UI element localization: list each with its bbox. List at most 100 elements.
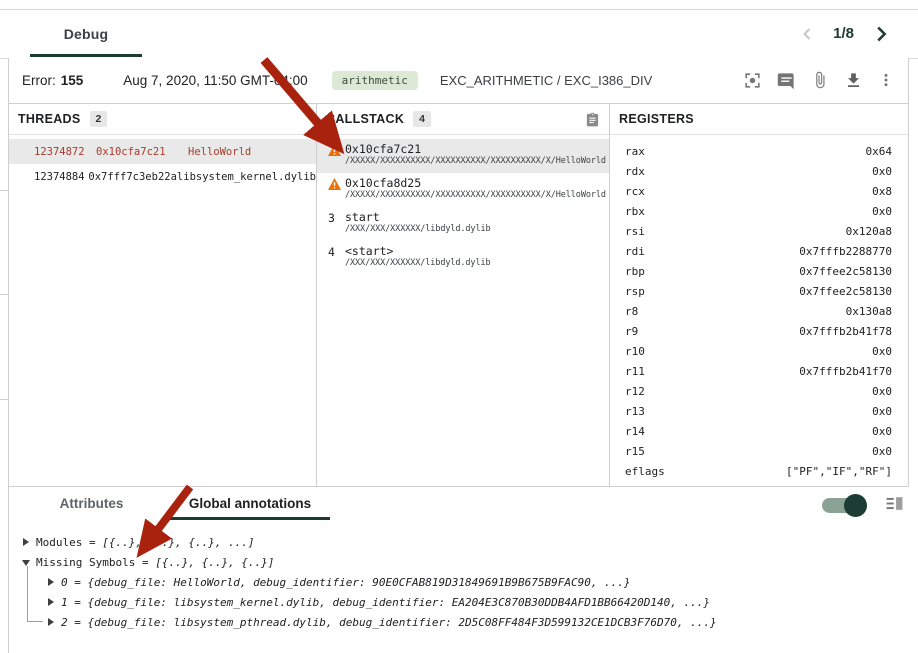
register-row: r130x0 (610, 401, 908, 421)
registers-header: REGISTERS (610, 104, 908, 135)
register-row: r120x0 (610, 381, 908, 401)
error-timestamp: Aug 7, 2020, 11:50 GMT-04:00 (123, 73, 307, 88)
expand-down-icon[interactable] (22, 560, 30, 566)
global-annotations-tree: Modules = [{..}, {..}, {..}, ...] Missin… (9, 520, 918, 653)
attachment-icon[interactable] (811, 71, 829, 89)
register-name: r9 (625, 325, 799, 338)
register-name: rsp (625, 285, 799, 298)
debug-view: Debug 1/8 Error: 155 Aug 7, 2020, 11:50 … (0, 0, 918, 653)
register-name: rcx (625, 185, 872, 198)
tree-node-symbol-1[interactable]: 1 = {debug_file: libsystem_kernel.dylib,… (48, 592, 710, 612)
more-vertical-icon[interactable] (878, 71, 894, 89)
thread-module: HelloWorld (188, 146, 251, 158)
registers-panel: REGISTERS rax0x64 rdx0x0 rcx0x8 rbx0x0 r… (610, 104, 908, 486)
register-value: 0x0 (872, 165, 892, 178)
register-row: r80x130a8 (610, 301, 908, 321)
callstack-panel: CALLSTACK 4 0x10cfa7c21 (317, 104, 610, 486)
classifier-badge[interactable]: arithmetic (332, 71, 418, 90)
expand-right-icon[interactable] (48, 618, 54, 626)
rail-tick (0, 294, 8, 295)
threads-list: 12374872 0x10cfa7c21 HelloWorld 12374884… (9, 139, 316, 189)
page-count: 1/8 (833, 25, 854, 42)
register-name: rax (625, 145, 866, 158)
panels-row: THREADS 2 12374872 0x10cfa7c21 HelloWorl… (9, 103, 908, 487)
tree-node-symbol-0[interactable]: 0 = {debug_file: HelloWorld, debug_ident… (48, 572, 631, 592)
register-row: rsp0x7ffee2c58130 (610, 281, 908, 301)
register-name: r12 (625, 385, 872, 398)
register-name: r8 (625, 305, 846, 318)
register-row: rdx0x0 (610, 161, 908, 181)
register-value: 0x0 (872, 425, 892, 438)
rail-tick (0, 190, 8, 191)
callstack-frames: 0x10cfa7c21 /XXXXX/XXXXXXXXXX/XXXXXXXXXX… (317, 139, 609, 275)
register-row: r110x7fffb2b41f70 (610, 361, 908, 381)
callstack-frame[interactable]: 3 start /XXX/XXX/XXXXXX/libdyld.dylib (317, 207, 609, 241)
tree-guide-elbow (27, 621, 43, 622)
error-header-bar: Error: 155 Aug 7, 2020, 11:50 GMT-04:00 … (9, 58, 908, 104)
tree-node-modules[interactable]: Modules = [{..}, {..}, {..}, ...] (23, 532, 255, 552)
error-label: Error: (22, 73, 56, 88)
center-focus-icon[interactable] (743, 71, 762, 90)
register-row: rdi0x7fffb2288770 (610, 241, 908, 261)
exception-type: EXC_ARITHMETIC / EXC_I386_DIV (440, 73, 652, 88)
expand-right-icon[interactable] (48, 578, 54, 586)
callstack-frame[interactable]: 0x10cfa7c21 /XXXXX/XXXXXXXXXX/XXXXXXXXXX… (317, 139, 609, 173)
chevron-left-icon[interactable] (797, 24, 817, 44)
register-value: 0x8 (872, 185, 892, 198)
register-value: 0x64 (866, 145, 893, 158)
register-row: rsi0x120a8 (610, 221, 908, 241)
tree-node-missing-symbols[interactable]: Missing Symbols = [{..}, {..}, {..}] (22, 552, 274, 572)
register-name: rbx (625, 205, 872, 218)
threads-count-badge: 2 (90, 111, 108, 127)
tree-value: [{..}, {..}, {..}] (155, 556, 274, 569)
register-value: ["PF","IF","RF"] (786, 465, 892, 478)
frame-address: 0x10cfa7c21 (345, 142, 609, 156)
frame-path: /XXXXX/XXXXXXXXXX/XXXXXXXXXX/XXXXXXXXXX/… (345, 156, 609, 167)
chevron-right-icon[interactable] (870, 23, 892, 45)
callstack-frame[interactable]: 0x10cfa8d25 /XXXXX/XXXXXXXXXX/XXXXXXXXXX… (317, 173, 609, 207)
register-value: 0x130a8 (846, 305, 892, 318)
thread-row[interactable]: 12374884 0x7fff7c3eb22a libsystem_kernel… (9, 164, 316, 189)
register-value: 0x0 (872, 405, 892, 418)
warning-icon (326, 177, 342, 195)
tree-key: 0 (61, 576, 68, 589)
clipboard-icon[interactable] (585, 111, 600, 128)
callstack-count-badge: 4 (413, 111, 431, 127)
thread-row[interactable]: 12374872 0x10cfa7c21 HelloWorld (9, 139, 316, 164)
tree-node-symbol-2[interactable]: 2 = {debug_file: libsystem_pthread.dylib… (48, 612, 717, 632)
annotations-toggle[interactable] (822, 498, 859, 513)
error-id: 155 (61, 73, 84, 88)
register-value: 0x120a8 (846, 225, 892, 238)
threads-panel: THREADS 2 12374872 0x10cfa7c21 HelloWorl… (9, 104, 317, 486)
register-value: 0x7fffb2b41f78 (799, 325, 892, 338)
tab-attributes[interactable]: Attributes (30, 487, 153, 519)
warning-icon (326, 143, 342, 161)
tab-attributes-label: Attributes (60, 496, 124, 511)
expand-right-icon[interactable] (48, 598, 54, 606)
tab-debug[interactable]: Debug (30, 10, 142, 57)
frame-path: /XXX/XXX/XXXXXX/libdyld.dylib (345, 258, 609, 269)
view-sidebar-icon[interactable] (885, 494, 904, 513)
tree-value: {debug_file: HelloWorld, debug_identifie… (88, 576, 631, 589)
expand-right-icon[interactable] (23, 538, 29, 546)
register-row: eflags["PF","IF","RF"] (610, 461, 908, 481)
download-icon[interactable] (844, 71, 863, 90)
register-row: r100x0 (610, 341, 908, 361)
register-name: rbp (625, 265, 799, 278)
callstack-header: CALLSTACK 4 (317, 104, 609, 135)
tree-value: {debug_file: libsystem_pthread.dylib, de… (88, 616, 717, 629)
tab-global-annotations[interactable]: Global annotations (170, 487, 330, 519)
rail-tick (0, 399, 8, 400)
register-name: r15 (625, 445, 872, 458)
register-row: rbp0x7ffee2c58130 (610, 261, 908, 281)
frame-path: /XXXXX/XXXXXXXXXX/XXXXXXXXXX/XXXXXXXXXX/… (345, 190, 609, 201)
register-row: r150x0 (610, 441, 908, 461)
tree-key: 1 (61, 596, 68, 609)
tree-key: 2 (61, 616, 68, 629)
comment-icon[interactable] (777, 71, 796, 90)
tab-global-annotations-label: Global annotations (189, 496, 311, 511)
pagination: 1/8 (797, 10, 892, 57)
register-name: rsi (625, 225, 846, 238)
register-name: rdx (625, 165, 872, 178)
callstack-frame[interactable]: 4 <start> /XXX/XXX/XXXXXX/libdyld.dylib (317, 241, 609, 275)
